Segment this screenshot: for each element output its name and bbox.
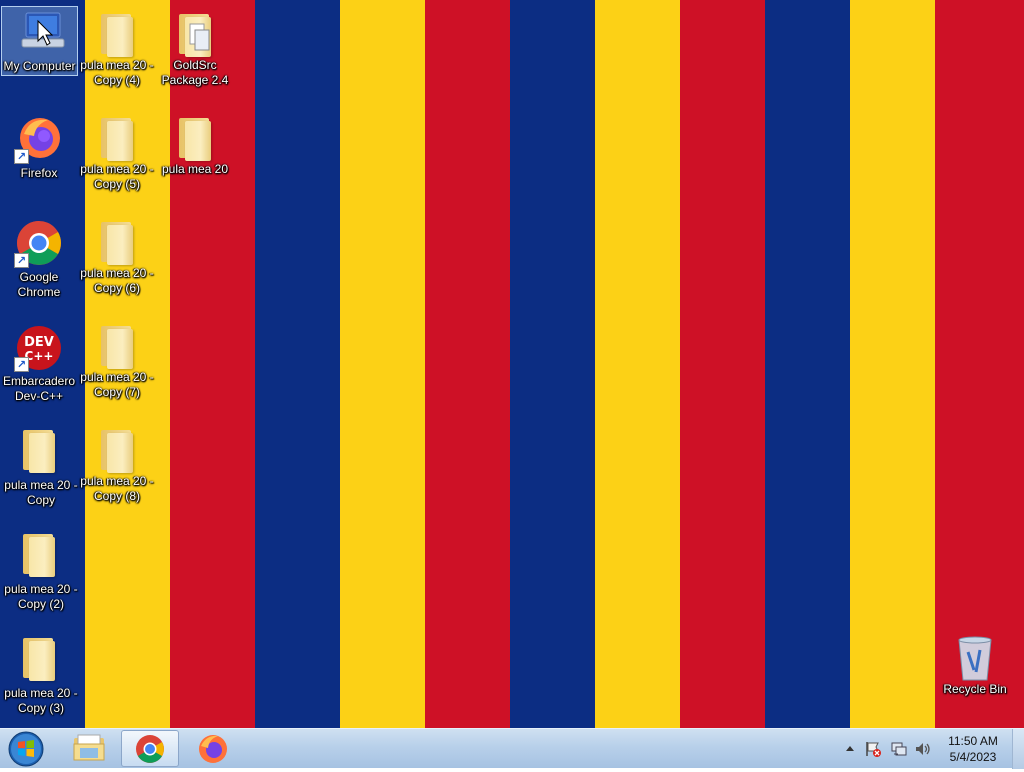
desktop-icon-my-computer[interactable]: My Computer bbox=[1, 6, 78, 76]
wallpaper-stripe bbox=[510, 0, 595, 728]
folder-icon bbox=[14, 530, 64, 580]
file-explorer-icon bbox=[73, 734, 105, 761]
desktop-icon-label: pula mea 20 - Copy (8) bbox=[80, 474, 154, 503]
desktop[interactable]: My Computer ↗ Firefox ↗ Google Chrome DE… bbox=[0, 0, 1024, 728]
firefox-icon: ↗ bbox=[14, 114, 64, 164]
network-icon[interactable] bbox=[890, 740, 908, 758]
desktop-icon-label: pula mea 20 - Copy (5) bbox=[80, 162, 154, 191]
wallpaper-stripe bbox=[765, 0, 850, 728]
desktop-icon-recycle-bin[interactable]: Recycle Bin bbox=[936, 628, 1014, 728]
desktop-icon-folder[interactable]: pula mea 20 - Copy (3) bbox=[0, 628, 78, 728]
computer-icon bbox=[18, 11, 68, 61]
recycle-bin-icon bbox=[950, 634, 1000, 684]
desktop-icon-goldsrc-package[interactable]: GoldSrc Package 2.4 bbox=[156, 4, 234, 104]
shortcut-arrow-icon: ↗ bbox=[14, 149, 29, 164]
devcpp-icon: DEV C++ ↗ bbox=[14, 322, 64, 372]
wallpaper-stripe bbox=[255, 0, 340, 728]
folder-with-files-icon bbox=[170, 10, 220, 60]
start-orb-icon bbox=[8, 731, 44, 767]
desktop-icon-label: pula mea 20 bbox=[161, 162, 229, 176]
desktop-icon-label: pula mea 20 - Copy (7) bbox=[80, 370, 154, 399]
wallpaper-stripe bbox=[595, 0, 680, 728]
desktop-icon-label: pula mea 20 - Copy (3) bbox=[4, 686, 78, 715]
desktop-icon-folder[interactable]: pula mea 20 - Copy (4) bbox=[78, 4, 156, 104]
desktop-icon-folder[interactable]: pula mea 20 - Copy (7) bbox=[78, 316, 156, 416]
start-button[interactable] bbox=[4, 730, 48, 768]
wallpaper-stripe bbox=[850, 0, 935, 728]
desktop-icon-label: Google Chrome bbox=[17, 270, 61, 299]
wallpaper-stripe bbox=[340, 0, 425, 728]
chrome-icon bbox=[136, 735, 164, 763]
volume-icon[interactable] bbox=[914, 740, 932, 758]
wallpaper-stripe bbox=[425, 0, 510, 728]
desktop-icon-folder[interactable]: pula mea 20 - Copy (6) bbox=[78, 212, 156, 312]
desktop-icon-label: Recycle Bin bbox=[943, 682, 1007, 696]
folder-icon bbox=[92, 114, 142, 164]
desktop-icon-folder[interactable]: pula mea 20 - Copy (2) bbox=[0, 524, 78, 624]
desktop-icon-dev-cpp[interactable]: DEV C++ ↗ Embarcadero Dev-C++ bbox=[0, 316, 78, 416]
desktop-icon-label: Firefox bbox=[20, 166, 58, 180]
desktop-icon-folder[interactable]: pula mea 20 - Copy bbox=[0, 420, 78, 520]
folder-icon bbox=[14, 634, 64, 684]
taskbar-chrome[interactable] bbox=[121, 730, 179, 767]
desktop-icon-folder[interactable]: pula mea 20 - Copy (5) bbox=[78, 108, 156, 208]
system-clock[interactable]: 11:50 AM 5/4/2023 bbox=[937, 733, 1009, 765]
taskbar-firefox[interactable] bbox=[184, 730, 242, 767]
desktop-icon-label: Embarcadero Dev-C++ bbox=[2, 374, 76, 403]
folder-icon bbox=[14, 426, 64, 476]
shortcut-arrow-icon: ↗ bbox=[14, 253, 29, 268]
clock-time: 11:50 AM bbox=[948, 734, 998, 748]
folder-icon bbox=[170, 114, 220, 164]
desktop-icon-label: pula mea 20 - Copy (2) bbox=[4, 582, 78, 611]
chrome-icon: ↗ bbox=[14, 218, 64, 268]
desktop-icon-firefox[interactable]: ↗ Firefox bbox=[0, 108, 78, 208]
desktop-icon-label: pula mea 20 - Copy (4) bbox=[80, 58, 154, 87]
clock-date: 5/4/2023 bbox=[949, 750, 997, 764]
folder-icon bbox=[92, 218, 142, 268]
desktop-icon-google-chrome[interactable]: ↗ Google Chrome bbox=[0, 212, 78, 312]
taskbar-file-explorer[interactable] bbox=[60, 730, 118, 767]
show-hidden-icons-arrow[interactable] bbox=[843, 740, 857, 756]
desktop-icon-label: pula mea 20 - Copy bbox=[4, 478, 78, 507]
desktop-icon-folder[interactable]: pula mea 20 bbox=[156, 108, 234, 208]
desktop-icon-label: My Computer bbox=[3, 59, 76, 73]
firefox-icon bbox=[199, 735, 227, 763]
desktop-icon-folder[interactable]: pula mea 20 - Copy (8) bbox=[78, 420, 156, 520]
folder-icon bbox=[92, 322, 142, 372]
wallpaper-stripe bbox=[680, 0, 765, 728]
wallpaper-stripe bbox=[935, 0, 1024, 728]
folder-icon bbox=[92, 10, 142, 60]
desktop-icon-label: GoldSrc Package 2.4 bbox=[161, 58, 229, 87]
taskbar: 11:50 AM 5/4/2023 bbox=[0, 728, 1024, 769]
desktop-icon-label: pula mea 20 - Copy (6) bbox=[80, 266, 154, 295]
folder-icon bbox=[92, 426, 142, 476]
svg-text:DEV: DEV bbox=[24, 335, 54, 350]
show-desktop-button[interactable] bbox=[1012, 729, 1024, 769]
action-center-flag-icon[interactable] bbox=[864, 740, 882, 758]
shortcut-arrow-icon: ↗ bbox=[14, 357, 29, 372]
